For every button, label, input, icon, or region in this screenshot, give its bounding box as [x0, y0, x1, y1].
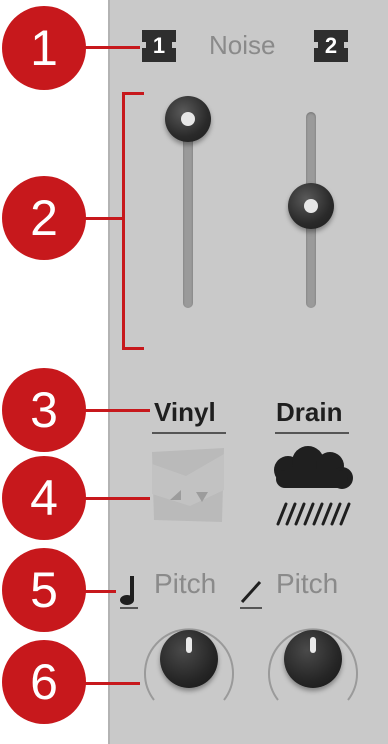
callout-2-line — [84, 217, 124, 220]
knob-right[interactable] — [284, 630, 342, 688]
callout-2-bracket-vertical — [122, 92, 125, 350]
callout-3: 3 — [2, 368, 86, 452]
callout-5-line — [84, 590, 116, 593]
callout-1: 1 — [2, 6, 86, 90]
drain-tab-underline — [275, 432, 349, 434]
pitch-left-label: Pitch — [154, 568, 217, 599]
chip-2-label: 2 — [324, 33, 338, 58]
chip-2-icon[interactable]: 2 — [312, 30, 350, 62]
callout-4: 4 — [2, 456, 86, 540]
vinyl-tab-label[interactable]: Vinyl — [154, 397, 216, 428]
rain-cloud-icon[interactable] — [268, 446, 356, 530]
callout-2-bracket-top — [122, 92, 144, 95]
vinyl-tab-underline — [152, 432, 226, 434]
callout-4-line — [84, 497, 150, 500]
drain-tab-label[interactable]: Drain — [276, 397, 342, 428]
vinyl-crackle-icon[interactable] — [150, 448, 226, 524]
callout-2-bracket-bottom — [122, 347, 144, 350]
chip-1-label: 1 — [152, 33, 166, 58]
chip-1-icon[interactable]: 1 — [140, 30, 178, 62]
slider-1-thumb[interactable] — [165, 96, 211, 142]
callout-2: 2 — [2, 176, 86, 260]
knob-left[interactable] — [160, 630, 218, 688]
callout-5: 5 — [2, 548, 86, 632]
callout-6: 6 — [2, 640, 86, 724]
callout-6-line — [84, 682, 140, 685]
callout-1-line — [84, 46, 140, 49]
pitch-right-label: Pitch — [276, 568, 339, 599]
slider-2-thumb[interactable] — [288, 183, 334, 229]
callout-3-line — [84, 409, 150, 412]
noise-title: Noise — [209, 30, 276, 60]
